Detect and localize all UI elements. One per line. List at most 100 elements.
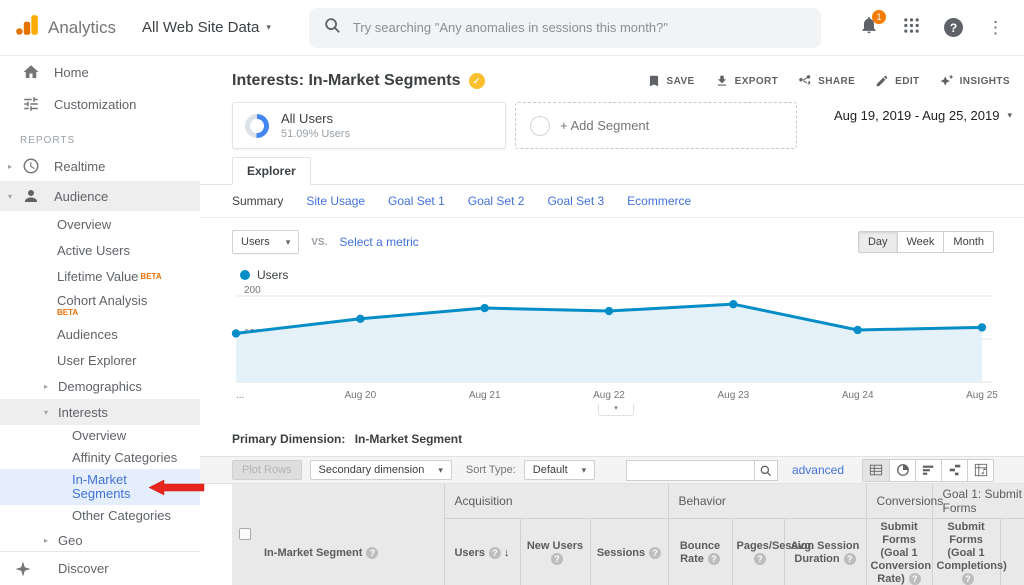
- sidebar-item-customization[interactable]: Customization: [0, 88, 200, 120]
- analytics-logo[interactable]: Analytics: [0, 12, 116, 43]
- column-header-bounce-rate[interactable]: Bounce Rate?: [668, 518, 732, 585]
- table-group-header-row: Acquisition Behavior Conversions Goal 1:…: [232, 484, 1024, 518]
- chevron-down-icon: ▾: [582, 465, 587, 476]
- subtab-goal-set-3[interactable]: Goal Set 3: [547, 194, 604, 208]
- svg-text:...: ...: [236, 390, 244, 401]
- view-percentage-button[interactable]: [889, 460, 915, 481]
- table-search-button[interactable]: [754, 460, 778, 481]
- chevron-right-icon: ▸: [44, 536, 58, 545]
- sort-type-dropdown[interactable]: Default ▾: [524, 460, 595, 480]
- kebab-menu-icon: ⋮: [987, 18, 1004, 38]
- share-button[interactable]: SHARE: [798, 74, 855, 88]
- column-header-new-users[interactable]: New Users?: [520, 518, 590, 585]
- sidebar-item-interests-overview[interactable]: Overview: [0, 425, 200, 447]
- select-a-metric-link[interactable]: Select a metric: [339, 235, 418, 249]
- sidebar-item-audience[interactable]: ▾ Audience: [0, 181, 200, 211]
- column-header-clipped[interactable]: Su: [1000, 518, 1024, 585]
- sidebar-item-active-users[interactable]: Active Users: [0, 237, 200, 263]
- subtab-goal-set-2[interactable]: Goal Set 2: [468, 194, 525, 208]
- column-header-in-market-segment[interactable]: In-Market Segment?: [258, 518, 444, 585]
- google-apps-button[interactable]: [903, 17, 920, 39]
- all-users-segment-card[interactable]: All Users 51.09% Users: [232, 102, 506, 149]
- group-header-acquisition: Acquisition: [444, 484, 668, 518]
- sidebar-item-geo[interactable]: ▸ Geo: [0, 527, 200, 553]
- date-range-selector[interactable]: Aug 19, 2019 - Aug 25, 2019 ▾: [834, 108, 1016, 123]
- primary-dimension-bar: Primary Dimension: In-Market Segment: [200, 416, 1024, 456]
- help-badge-icon[interactable]: ?: [649, 547, 661, 559]
- ga-logo-icon: [14, 12, 40, 43]
- property-selector[interactable]: All Web Site Data ▾: [142, 19, 271, 36]
- add-segment-circle-icon: [530, 116, 550, 136]
- chevron-down-icon: ▾: [8, 192, 22, 201]
- sidebar-item-interests[interactable]: ▾ Interests: [0, 399, 200, 425]
- sidebar-item-user-explorer[interactable]: User Explorer: [0, 347, 200, 373]
- sidebar-item-cohort-analysis[interactable]: Cohort Analysis BETA: [0, 289, 200, 321]
- global-search[interactable]: [309, 8, 821, 48]
- help-button[interactable]: ?: [944, 18, 963, 37]
- export-button[interactable]: EXPORT: [715, 74, 779, 88]
- svg-text:200: 200: [244, 285, 261, 296]
- sidebar-item-demographics[interactable]: ▸ Demographics: [0, 373, 200, 399]
- primary-dimension-in-market-segment[interactable]: In-Market Segment: [355, 432, 462, 446]
- help-badge-icon[interactable]: ?: [962, 573, 974, 585]
- global-search-input[interactable]: [353, 20, 807, 35]
- sidebar-item-discover[interactable]: Discover: [0, 551, 200, 585]
- subtab-goal-set-1[interactable]: Goal Set 1: [388, 194, 445, 208]
- insights-button[interactable]: INSIGHTS: [940, 74, 1010, 88]
- view-table-button[interactable]: [863, 460, 889, 481]
- column-header-users[interactable]: Users?↓: [444, 518, 520, 585]
- sidebar-item-other-categories[interactable]: Other Categories: [0, 505, 200, 527]
- beta-badge: BETA: [140, 272, 161, 281]
- view-pivot-button[interactable]: [967, 460, 993, 481]
- notification-badge: 1: [872, 10, 886, 24]
- help-badge-icon[interactable]: ?: [844, 553, 856, 565]
- more-menu-button[interactable]: ⋮: [987, 18, 1004, 38]
- vs-label: VS.: [311, 237, 327, 248]
- group-header-goal1-selector[interactable]: Goal 1: Submit Forms: [932, 484, 1024, 518]
- help-badge-icon[interactable]: ?: [754, 553, 766, 565]
- sort-desc-icon: ↓: [504, 547, 510, 559]
- help-icon: ?: [944, 18, 963, 37]
- help-badge-icon[interactable]: ?: [551, 553, 563, 565]
- tab-explorer[interactable]: Explorer: [232, 157, 311, 185]
- sidebar-item-affinity-categories[interactable]: Affinity Categories: [0, 447, 200, 469]
- select-all-checkbox[interactable]: [239, 528, 251, 540]
- sidebar-item-realtime[interactable]: ▸ Realtime: [0, 151, 200, 181]
- sidebar-item-audiences[interactable]: Audiences: [0, 321, 200, 347]
- table-search-input[interactable]: [626, 460, 754, 481]
- granularity-month-button[interactable]: Month: [944, 231, 994, 253]
- column-header-avg-session-duration[interactable]: Avg. Session Duration?: [784, 518, 866, 585]
- insights-sparkle-icon: [940, 74, 954, 88]
- secondary-dimension-dropdown[interactable]: Secondary dimension ▾: [310, 460, 452, 480]
- svg-text:Aug 20: Aug 20: [344, 390, 376, 401]
- edit-button[interactable]: EDIT: [875, 74, 919, 88]
- column-header-goal1-completions[interactable]: Submit Forms (Goal 1 Completions)?: [932, 518, 1000, 585]
- help-badge-icon[interactable]: ?: [489, 547, 501, 559]
- metric-selector-dropdown[interactable]: Users ▾: [232, 230, 299, 254]
- help-badge-icon[interactable]: ?: [366, 547, 378, 559]
- column-header-goal1-conversion-rate[interactable]: Submit Forms (Goal 1 Conversion Rate)?: [866, 518, 932, 585]
- subtab-summary[interactable]: Summary: [232, 194, 283, 208]
- granularity-day-button[interactable]: Day: [858, 231, 898, 253]
- chart-collapse-handle[interactable]: ▾: [598, 404, 634, 416]
- sidebar-item-audience-overview[interactable]: Overview: [0, 211, 200, 237]
- column-header-sessions[interactable]: Sessions?: [590, 518, 668, 585]
- advanced-filter-link[interactable]: advanced: [792, 463, 844, 477]
- save-button[interactable]: SAVE: [647, 74, 695, 88]
- view-comparison-button[interactable]: [941, 460, 967, 481]
- subtab-ecommerce[interactable]: Ecommerce: [627, 194, 691, 208]
- svg-text:Aug 23: Aug 23: [717, 390, 749, 401]
- help-badge-icon[interactable]: ?: [708, 553, 720, 565]
- plot-rows-button: Plot Rows: [232, 460, 302, 480]
- notifications-button[interactable]: 1: [859, 15, 879, 40]
- sidebar-item-in-market-segments[interactable]: In-Market Segments: [0, 469, 200, 505]
- subtab-site-usage[interactable]: Site Usage: [306, 194, 365, 208]
- add-segment-button[interactable]: + Add Segment: [515, 102, 797, 149]
- sidebar-item-lifetime-value[interactable]: Lifetime Value BETA: [0, 263, 200, 289]
- pie-view-icon: [896, 463, 910, 477]
- sidebar-item-home[interactable]: Home: [0, 56, 200, 88]
- granularity-week-button[interactable]: Week: [898, 231, 945, 253]
- help-badge-icon[interactable]: ?: [909, 573, 921, 585]
- column-header-pages-session[interactable]: Pages/Session?: [732, 518, 784, 585]
- view-performance-button[interactable]: [915, 460, 941, 481]
